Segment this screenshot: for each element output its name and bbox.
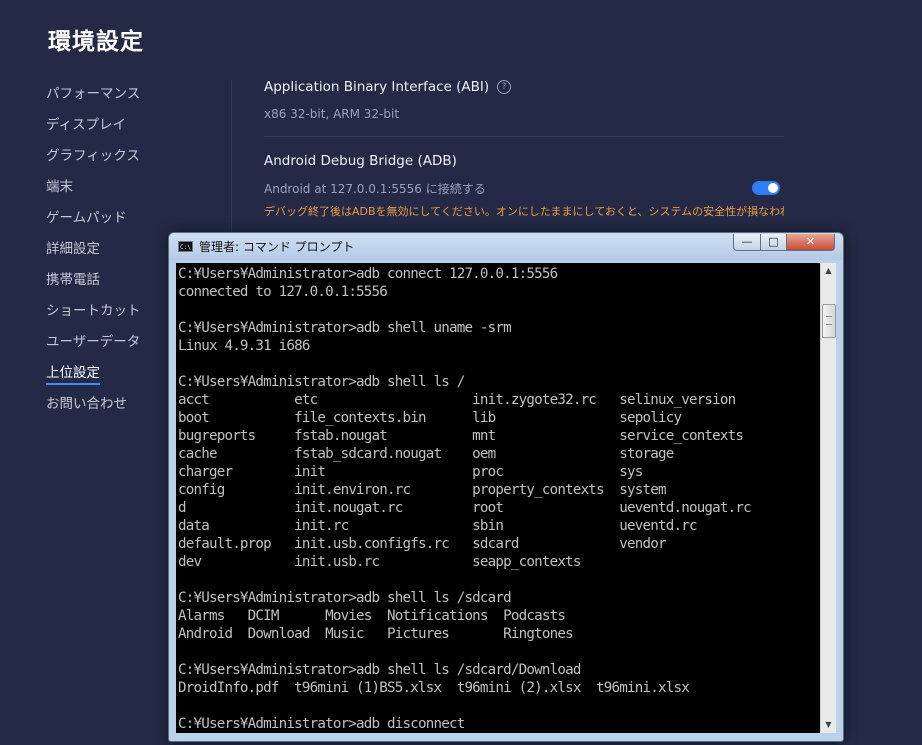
sidebar-item-performance[interactable]: パフォーマンス xyxy=(46,80,216,111)
close-button[interactable]: ✕ xyxy=(786,234,835,251)
console-text: C:¥Users¥Administrator>adb connect 127.0… xyxy=(178,266,752,732)
sidebar-item-display[interactable]: ディスプレイ xyxy=(46,111,216,142)
vertical-scrollbar[interactable]: ▲ ▼ xyxy=(820,263,836,733)
sidebar-divider xyxy=(231,80,232,240)
sidebar-item-label: お問い合わせ xyxy=(46,396,127,412)
sidebar-item-label: ショートカット xyxy=(46,303,141,319)
adb-row: Android at 127.0.0.1:5556 に接続する xyxy=(264,179,784,197)
abi-value: x86 32-bit, ARM 32-bit xyxy=(264,107,400,121)
adb-warning: デバッグ終了後はADBを無効にしてください。オンにしたままにしておくと、システム… xyxy=(264,205,784,218)
abi-title: Application Binary Interface (ABI) xyxy=(264,79,490,95)
console-output[interactable]: C:¥Users¥Administrator>adb connect 127.0… xyxy=(176,263,820,733)
scroll-thumb[interactable] xyxy=(822,304,836,338)
scroll-down-arrow-icon[interactable]: ▼ xyxy=(821,717,836,733)
adb-title: Android Debug Bridge (ADB) xyxy=(264,153,457,169)
sidebar-item-label: ゲームパッド xyxy=(46,210,127,226)
adb-section-title: Android Debug Bridge (ADB) xyxy=(264,150,784,172)
settings-title: 環境設定 xyxy=(48,29,144,55)
toggle-knob xyxy=(768,183,778,193)
sidebar-item-label: ディスプレイ xyxy=(46,117,127,133)
adb-status: Android at 127.0.0.1:5556 に接続する xyxy=(264,181,486,196)
cmd-icon: C:\ xyxy=(178,241,193,252)
settings-content: Application Binary Interface (ABI) ? x86… xyxy=(264,76,784,219)
sidebar-item-label: 上位設定 xyxy=(46,365,100,385)
sidebar-item-label: 携帯電話 xyxy=(46,272,100,288)
sidebar-item-label: パフォーマンス xyxy=(46,86,141,102)
sidebar-item-label: 端末 xyxy=(46,179,73,195)
abi-section-title: Application Binary Interface (ABI) ? xyxy=(264,76,784,98)
sidebar-item-label: ユーザーデータ xyxy=(46,334,141,350)
sidebar-item-label: 詳細設定 xyxy=(46,241,100,257)
help-icon[interactable]: ? xyxy=(497,80,512,94)
maximize-button[interactable]: □ xyxy=(760,234,787,251)
adb-toggle[interactable] xyxy=(752,181,780,195)
window-title: 管理者: コマンド プロンプト xyxy=(199,240,355,254)
window-titlebar[interactable]: C:\ 管理者: コマンド プロンプト — □ ✕ xyxy=(169,233,843,260)
scroll-up-arrow-icon[interactable]: ▲ xyxy=(821,263,836,279)
minimize-button[interactable]: — xyxy=(733,234,761,251)
section-divider xyxy=(264,136,784,137)
sidebar-item-label: グラフィックス xyxy=(46,148,140,164)
sidebar-item-gamepad[interactable]: ゲームパッド xyxy=(46,204,216,235)
sidebar-item-graphics[interactable]: グラフィックス xyxy=(46,142,216,173)
command-prompt-window[interactable]: C:\ 管理者: コマンド プロンプト — □ ✕ C:¥Users¥Admin… xyxy=(168,232,844,742)
sidebar-item-device[interactable]: 端末 xyxy=(46,173,216,204)
